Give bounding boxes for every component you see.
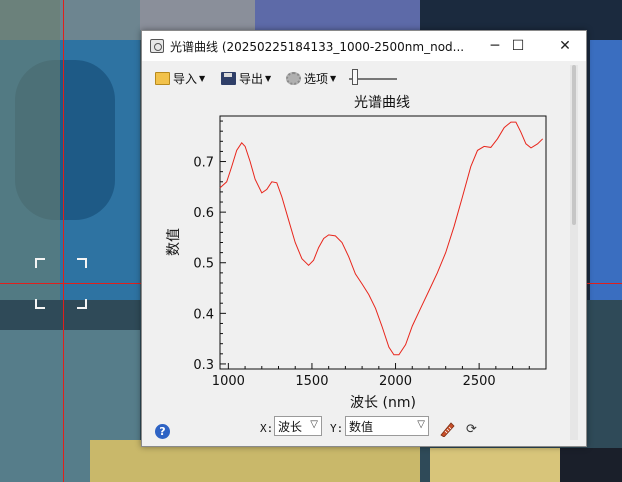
y-axis-select-value: 数值	[349, 419, 374, 434]
chevron-down-icon: ▼	[199, 73, 206, 83]
options-button[interactable]: 选项 ▼	[286, 69, 336, 87]
chart-title: 光谱曲线	[354, 95, 410, 111]
x-tick-label: 1500	[295, 374, 328, 389]
spectrum-chart: 光谱曲线 1000 1500 2000 2500 0.3 0.4 0.5 0.6 0.7 波长…	[166, 95, 547, 411]
x-selector-label: X:	[260, 422, 274, 435]
selection-corner-bottom-left	[35, 299, 45, 309]
export-button[interactable]: 导出 ▼	[221, 69, 271, 87]
plot-area	[219, 115, 547, 370]
y-tick-label: 0.4	[193, 307, 214, 322]
import-label: 导入	[173, 71, 198, 86]
floppy-icon	[221, 71, 236, 85]
chevron-down-icon: ▼	[265, 73, 272, 83]
x-axis-select[interactable]: 波长 ▽	[274, 416, 322, 436]
title-bar[interactable]: 光谱曲线 (20250225184133_1000-2500nm_nod... …	[142, 31, 586, 61]
x-axis-select-value: 波长	[278, 419, 303, 434]
toolbar: 导入 ▼ 导出 ▼ 选项 ▼	[142, 62, 586, 92]
close-button[interactable]: ✕	[542, 31, 588, 61]
ruler-icon[interactable]	[439, 421, 455, 437]
scrollbar-thumb[interactable]	[572, 65, 576, 225]
y-tick-label: 0.7	[193, 156, 214, 171]
y-selector-label: Y:	[330, 422, 344, 435]
refresh-icon[interactable]: ⟳	[466, 423, 479, 436]
import-button[interactable]: 导入 ▼	[155, 69, 205, 87]
selection-corner-top-right	[77, 258, 87, 268]
chevron-down-icon: ▼	[330, 73, 337, 83]
zoom-slider-handle[interactable]	[352, 69, 358, 85]
options-label: 选项	[304, 71, 329, 86]
y-tick-label: 0.3	[193, 358, 214, 373]
x-axis-label: 波长 (nm)	[350, 395, 416, 411]
folder-icon	[155, 71, 170, 85]
x-tick-label: 2500	[463, 374, 496, 389]
crosshair-vertical-line	[63, 0, 64, 482]
y-axis-label: 数值	[166, 228, 182, 256]
x-tick-label: 1000	[212, 374, 245, 389]
help-icon[interactable]: ?	[155, 424, 170, 439]
spectrum-window: 光谱曲线 (20250225184133_1000-2500nm_nod... …	[141, 30, 587, 447]
gear-icon	[286, 71, 301, 85]
window-title: 光谱曲线 (20250225184133_1000-2500nm_nod...	[170, 40, 465, 54]
selection-corner-bottom-right	[77, 299, 87, 309]
chevron-down-icon: ▽	[417, 419, 425, 430]
export-label: 导出	[239, 71, 264, 86]
y-tick-label: 0.5	[193, 257, 214, 272]
app-icon	[150, 39, 164, 53]
maximize-button[interactable]: ☐	[495, 31, 541, 61]
y-tick-label: 0.6	[193, 206, 214, 221]
chevron-down-icon: ▽	[310, 419, 318, 430]
y-axis-select[interactable]: 数值 ▽	[345, 416, 429, 436]
x-tick-label: 2000	[379, 374, 412, 389]
selection-corner-top-left	[35, 258, 45, 268]
